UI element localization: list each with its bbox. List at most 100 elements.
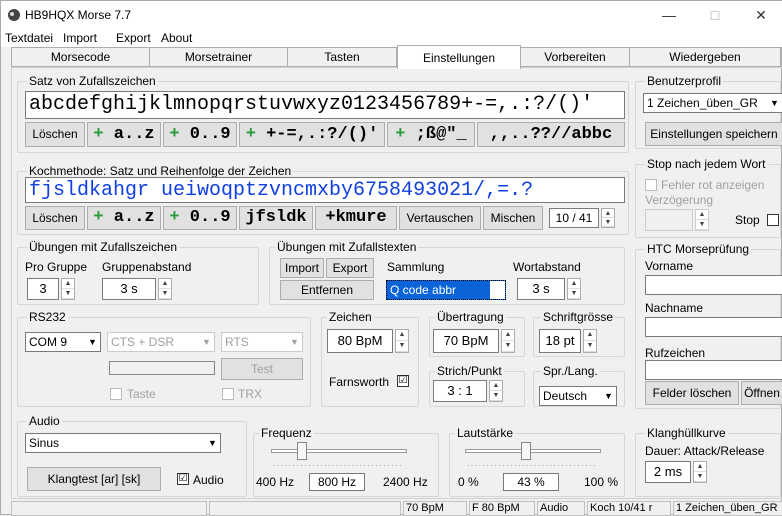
per-group-spinner[interactable]: ▲ ▼ bbox=[61, 278, 75, 300]
tab-morsetrainer[interactable]: Morsetrainer bbox=[149, 47, 288, 67]
per-group-field[interactable]: 3 bbox=[27, 278, 59, 300]
transfer-spinner[interactable]: ▲ ▼ bbox=[501, 329, 515, 353]
frequency-field[interactable]: 800 Hz bbox=[309, 473, 365, 491]
char-speed-spinner[interactable]: ▲ ▼ bbox=[395, 329, 409, 353]
lastname-field[interactable] bbox=[645, 317, 782, 337]
farnsworth-checkbox[interactable]: ☑ bbox=[397, 375, 409, 387]
word-gap-spinner[interactable]: ▲ ▼ bbox=[567, 278, 581, 300]
rts-value: RTS bbox=[225, 335, 249, 349]
char-speed-field[interactable]: 80 BpM bbox=[327, 329, 393, 353]
close-button[interactable]: ✕ bbox=[738, 1, 782, 29]
firstname-field[interactable] bbox=[645, 275, 782, 295]
transfer-field[interactable]: 70 BpM bbox=[433, 329, 499, 353]
delay-field[interactable] bbox=[645, 209, 693, 231]
attack-release-spinner[interactable]: ▲ ▼ bbox=[693, 461, 707, 483]
chevron-down-icon: ▼ bbox=[287, 333, 302, 351]
tab-vorbereiten[interactable]: Vorbereiten bbox=[520, 47, 630, 67]
remove-button[interactable]: Entfernen bbox=[280, 280, 374, 300]
profile-select[interactable]: 1 Zeichen_üben_GR ▼ bbox=[643, 93, 782, 113]
koch-field[interactable]: fjsldkahgr ueiwoqptzvncmxby6758493021/,=… bbox=[25, 177, 625, 203]
attack-release-field[interactable]: 2 ms bbox=[645, 461, 691, 483]
signal-value: CTS + DSR bbox=[111, 335, 175, 349]
font-size-spinner[interactable]: ▲ ▼ bbox=[583, 329, 597, 353]
maximize-button[interactable]: □ bbox=[692, 1, 738, 29]
callsign-label: Rufzeichen bbox=[645, 346, 706, 360]
com-port-value: COM 9 bbox=[29, 335, 68, 349]
signal-indicator bbox=[109, 361, 215, 375]
volume-field[interactable]: 43 % bbox=[503, 473, 559, 491]
koch-jfsldk-button[interactable]: jfsldk bbox=[239, 206, 313, 230]
volume-slider[interactable] bbox=[520, 442, 531, 460]
tab-einstellungen[interactable]: Einstellungen bbox=[397, 45, 521, 69]
clear-fields-button[interactable]: Felder löschen bbox=[645, 381, 739, 405]
export-button[interactable]: Export bbox=[326, 258, 374, 278]
audio-checkbox-label: Audio bbox=[193, 473, 224, 487]
trx-checkbox[interactable] bbox=[222, 388, 234, 400]
signal-select[interactable]: CTS + DSR ▼ bbox=[107, 332, 215, 352]
font-size-field[interactable]: 18 pt bbox=[539, 329, 581, 353]
chevron-down-icon: ▼ bbox=[767, 94, 782, 112]
sound-test-button[interactable]: Klangtest [ar] [sk] bbox=[27, 467, 161, 491]
chevron-down-icon: ▼ bbox=[601, 387, 616, 405]
menu-export[interactable]: Export bbox=[116, 31, 151, 45]
minimize-button[interactable]: — bbox=[646, 1, 692, 29]
ratio-spinner[interactable]: ▲ ▼ bbox=[489, 380, 503, 402]
ratio-field[interactable]: 3 : 1 bbox=[433, 380, 487, 402]
menu-import[interactable]: Import bbox=[63, 31, 97, 45]
open-button[interactable]: Öffnen bbox=[741, 381, 782, 405]
import-button[interactable]: Import bbox=[280, 258, 324, 278]
add-special-button[interactable]: + ;ß@"_ bbox=[387, 122, 475, 147]
key-label: Taste bbox=[127, 387, 156, 401]
word-gap-field[interactable]: 3 s bbox=[517, 278, 565, 300]
add-pairs-button[interactable]: ,,..??//abbc bbox=[477, 122, 625, 147]
lastname-label: Nachname bbox=[645, 301, 704, 315]
menu-textdatei[interactable]: Textdatei bbox=[5, 31, 53, 45]
delay-spinner[interactable]: ▲ ▼ bbox=[695, 209, 709, 231]
menu-about[interactable]: About bbox=[161, 31, 192, 45]
error-red-checkbox[interactable] bbox=[645, 179, 657, 191]
swap-button[interactable]: Vertauschen bbox=[399, 206, 481, 230]
plus-icon: + bbox=[93, 125, 104, 144]
app-window: HB9HQX Morse 7.7 — □ ✕ Textdatei Import … bbox=[0, 0, 782, 516]
collection-select[interactable]: Q code abbr ▼ bbox=[386, 280, 506, 300]
add-digits-button[interactable]: + 0..9 bbox=[163, 122, 237, 147]
frequency-label: Frequenz bbox=[259, 426, 314, 440]
koch-digits-button[interactable]: + 0..9 bbox=[163, 206, 237, 230]
key-checkbox[interactable] bbox=[110, 388, 122, 400]
waveform-select[interactable]: Sinus ▼ bbox=[25, 433, 221, 453]
stop-checkbox[interactable] bbox=[767, 214, 779, 226]
mix-button[interactable]: Mischen bbox=[483, 206, 543, 230]
tab-tasten[interactable]: Tasten bbox=[287, 47, 397, 67]
stop-label: Stop nach jedem Wort bbox=[645, 157, 768, 171]
group-gap-spinner[interactable]: ▲ ▼ bbox=[158, 278, 172, 300]
frequency-ticks: ................................. bbox=[273, 461, 404, 468]
add-letters-label: a..z bbox=[113, 125, 155, 144]
koch-letters-button[interactable]: + a..z bbox=[87, 206, 161, 230]
attack-release-label: Dauer: Attack/Release bbox=[645, 444, 765, 458]
koch-count-spinner[interactable]: ▲ ▼ bbox=[601, 208, 615, 228]
plus-icon: + bbox=[93, 208, 104, 227]
frequency-slider[interactable] bbox=[297, 442, 307, 460]
audio-checkbox[interactable]: ☑ bbox=[177, 473, 189, 485]
koch-count-field[interactable]: 10 / 41 bbox=[549, 208, 599, 228]
frequency-min: 400 Hz bbox=[256, 475, 295, 489]
tab-wiedergeben[interactable]: Wiedergeben bbox=[629, 47, 781, 67]
random-set-field[interactable]: abcdefghijklmnopqrstuvwxyz0123456789+-=,… bbox=[25, 91, 625, 119]
rts-select[interactable]: RTS ▼ bbox=[221, 332, 303, 352]
test-button[interactable]: Test bbox=[221, 358, 303, 380]
envelope-label: Klanghüllkurve bbox=[645, 426, 728, 440]
add-letters-button[interactable]: + a..z bbox=[87, 122, 161, 147]
group-gap-field[interactable]: 3 s bbox=[102, 278, 156, 300]
callsign-field[interactable] bbox=[645, 360, 782, 380]
language-select[interactable]: Deutsch ▼ bbox=[539, 386, 617, 406]
koch-kmure-button[interactable]: +kmure bbox=[315, 206, 397, 230]
koch-clear-button[interactable]: Löschen bbox=[25, 206, 85, 230]
status-empty bbox=[11, 501, 207, 516]
window-title: HB9HQX Morse 7.7 bbox=[25, 8, 132, 22]
language-value: Deutsch bbox=[543, 389, 588, 403]
save-settings-button[interactable]: Einstellungen speichern bbox=[645, 122, 782, 146]
random-clear-button[interactable]: Löschen bbox=[25, 122, 85, 147]
tab-morsecode[interactable]: Morsecode bbox=[11, 47, 150, 67]
add-punct-button[interactable]: + +-=,.:?/()' bbox=[239, 122, 385, 147]
com-port-select[interactable]: COM 9 ▼ bbox=[25, 332, 101, 352]
